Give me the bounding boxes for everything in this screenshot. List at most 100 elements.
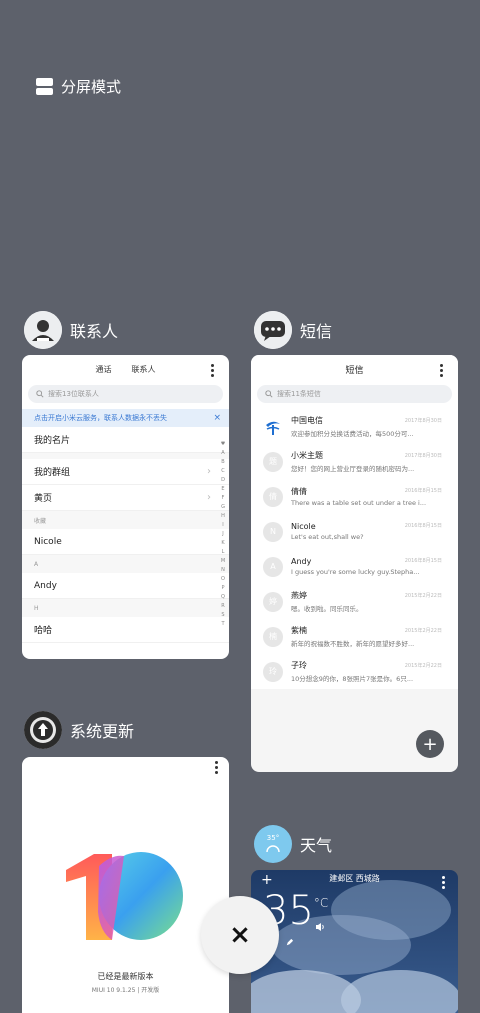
alphabet-letter[interactable]: E — [219, 486, 227, 492]
message-date: 2015年2月22日 — [404, 663, 442, 669]
updater-app-name: 系统更新 — [70, 722, 135, 741]
message-preview: 欢迎参加积分兑换话费活动，每500分可... — [291, 430, 414, 438]
weather-app-name: 天气 — [300, 836, 333, 855]
split-screen-icon — [36, 78, 53, 95]
alphabet-letter[interactable]: K — [219, 540, 227, 546]
message-thread-row[interactable]: 中国电信 欢迎参加积分兑换话费活动，每500分可... 2017年8月30日 — [251, 409, 458, 444]
contact-row[interactable]: 黄页 › — [22, 485, 229, 511]
message-thread-row[interactable]: A Andy I guess you're some lucky guy.Steph… — [251, 549, 458, 584]
message-date: 2017年8月30日 — [404, 453, 442, 459]
message-preview: I guess you're some lucky guy.Stepha... — [291, 568, 420, 576]
alphabet-letter[interactable]: T — [219, 621, 227, 627]
contact-row[interactable]: Nicole — [22, 529, 229, 555]
close-banner-icon[interactable]: × — [213, 413, 221, 423]
message-thread-row[interactable]: 婷燕婷 嗯。收到啦。同乐同乐。 2015年2月22日 — [251, 584, 458, 619]
alphabet-letter[interactable]: Q — [219, 594, 227, 600]
alphabet-letter[interactable]: A — [219, 450, 227, 456]
alphabet-letter[interactable]: G — [219, 504, 227, 510]
contact-row[interactable]: 我的名片 — [22, 427, 229, 453]
alphabet-letter[interactable]: M — [219, 558, 227, 564]
message-date: 2016年8月15日 — [404, 558, 442, 564]
alphabet-letter[interactable]: N — [219, 567, 227, 573]
contact-avatar: N — [263, 521, 283, 542]
update-status: 已经是最新版本 — [97, 972, 154, 981]
sms-card[interactable]: 短信 搜索11条短信 中国电信 欢迎参加积分兑换话费活动，每500分可... 201… — [251, 355, 458, 772]
weather-app-icon: 35° — [254, 825, 292, 863]
alphabet-index[interactable]: ♥ A B C D E F G H I J K L M N O P Q R S T — [219, 441, 227, 627]
weather-card[interactable]: + 建邺区 西城路 35 °C — [251, 870, 458, 1013]
tab-contacts[interactable]: 联系人 — [132, 364, 156, 375]
alphabet-letter[interactable]: ♥ — [219, 441, 227, 447]
search-icon — [36, 390, 44, 398]
more-menu-icon[interactable] — [442, 876, 446, 889]
close-all-button[interactable]: × — [201, 896, 279, 974]
contacts-search-input[interactable]: 搜索13位联系人 — [28, 385, 223, 403]
contact-row-label: Nicole — [34, 536, 62, 547]
message-date: 2017年8月30日 — [404, 418, 442, 424]
message-date: 2016年8月15日 — [404, 523, 442, 529]
more-menu-icon[interactable] — [440, 364, 444, 377]
alphabet-letter[interactable]: D — [219, 477, 227, 483]
weather-location: 建邺区 西城路 — [329, 874, 380, 883]
message-thread-row[interactable]: N Nicole Let's eat out,shall we? 2016年8月15日 — [251, 514, 458, 549]
contact-avatar: 婷 — [263, 591, 283, 612]
contacts-section-header: H — [22, 599, 229, 617]
contact-row-label: 黄页 — [34, 494, 53, 504]
contacts-list: 我的名片我的群组 › 黄页 › 收藏 Nicole A Andy H 哈哈 — [22, 427, 229, 643]
message-thread-row[interactable]: 玲子玲 10分想念9的你，8张照片7张是你。6只... 2015年2月22日 — [251, 654, 458, 689]
contacts-card[interactable]: 通话 联系人 搜索13位联系人 点击开启小米云服务，联系人数据永不丢失 × 我的… — [22, 355, 229, 659]
alphabet-letter[interactable]: S — [219, 612, 227, 618]
more-menu-icon[interactable] — [211, 364, 215, 377]
contact-row[interactable]: 我的群组 › — [22, 459, 229, 485]
updater-card[interactable]: 已经是最新版本 MIUI 10 9.1.25 | 开发版 — [22, 757, 229, 1013]
alphabet-letter[interactable]: B — [219, 459, 227, 465]
message-thread-row[interactable]: 倩倩倩 There was a table set out under a tre… — [251, 479, 458, 514]
alphabet-letter[interactable]: O — [219, 576, 227, 582]
contacts-app-header[interactable]: 联系人 — [24, 311, 118, 349]
message-thread-row[interactable]: 楠紫楠 新年的祝福数不胜数，新年的愿望好多好... 2015年2月22日 — [251, 619, 458, 654]
alphabet-letter[interactable]: I — [219, 522, 227, 528]
contact-row-label: Andy — [34, 580, 57, 591]
search-icon — [265, 390, 273, 398]
message-date: 2016年8月15日 — [404, 488, 442, 494]
contacts-tabs: 通话 联系人 — [22, 355, 229, 383]
alphabet-letter[interactable]: J — [219, 531, 227, 537]
contacts-search-placeholder: 搜索13位联系人 — [48, 390, 99, 398]
more-menu-icon[interactable] — [215, 761, 219, 774]
updater-app-icon — [24, 711, 62, 749]
message-preview: There was a table set out under a tree i… — [291, 499, 427, 507]
split-screen-button[interactable]: 分屏模式 — [36, 76, 121, 97]
chevron-right-icon: › — [207, 466, 211, 477]
edit-icon[interactable] — [285, 938, 294, 947]
alphabet-letter[interactable]: H — [219, 513, 227, 519]
contacts-section-header: A — [22, 555, 229, 573]
contact-avatar: A — [263, 556, 283, 577]
contact-row[interactable]: Andy — [22, 573, 229, 599]
contact-row-label: 收藏 — [34, 517, 47, 525]
contact-row-label: 我的群组 — [34, 468, 71, 478]
weather-icon-temp: 35° — [266, 834, 280, 842]
alphabet-letter[interactable]: C — [219, 468, 227, 474]
weather-app-header[interactable]: 35° 天气 — [254, 825, 332, 863]
message-preview: 10分想念9的你，8张照片7张是你。6只... — [291, 675, 414, 683]
updater-app-header[interactable]: 系统更新 — [24, 711, 134, 749]
cloud-banner[interactable]: 点击开启小米云服务，联系人数据永不丢失 × — [22, 409, 229, 427]
alphabet-letter[interactable]: R — [219, 603, 227, 609]
contact-row[interactable]: 哈哈 — [22, 617, 229, 643]
chevron-right-icon: › — [207, 492, 211, 503]
alphabet-letter[interactable]: F — [219, 495, 227, 501]
tab-calls[interactable]: 通话 — [96, 364, 112, 375]
contacts-section-header: 收藏 — [22, 511, 229, 529]
sms-title: 短信 — [345, 365, 364, 376]
alphabet-letter[interactable]: P — [219, 585, 227, 591]
sms-title-bar: 短信 — [251, 355, 458, 383]
new-message-button[interactable]: + — [416, 730, 444, 758]
message-thread-row[interactable]: 题小米主题 您好！您的网上营业厅登录的随机密码为... 2017年8月30日 — [251, 444, 458, 479]
sms-app-header[interactable]: 短信 — [254, 311, 332, 349]
contact-row-label: H — [34, 604, 39, 612]
sms-search-input[interactable]: 搜索11条短信 — [257, 385, 452, 403]
sms-list: 中国电信 欢迎参加积分兑换话费活动，每500分可... 2017年8月30日题小米主… — [251, 409, 458, 689]
message-preview: 您好！您的网上营业厅登录的随机密码为... — [291, 465, 415, 473]
speaker-icon[interactable] — [315, 922, 325, 932]
alphabet-letter[interactable]: L — [219, 549, 227, 555]
